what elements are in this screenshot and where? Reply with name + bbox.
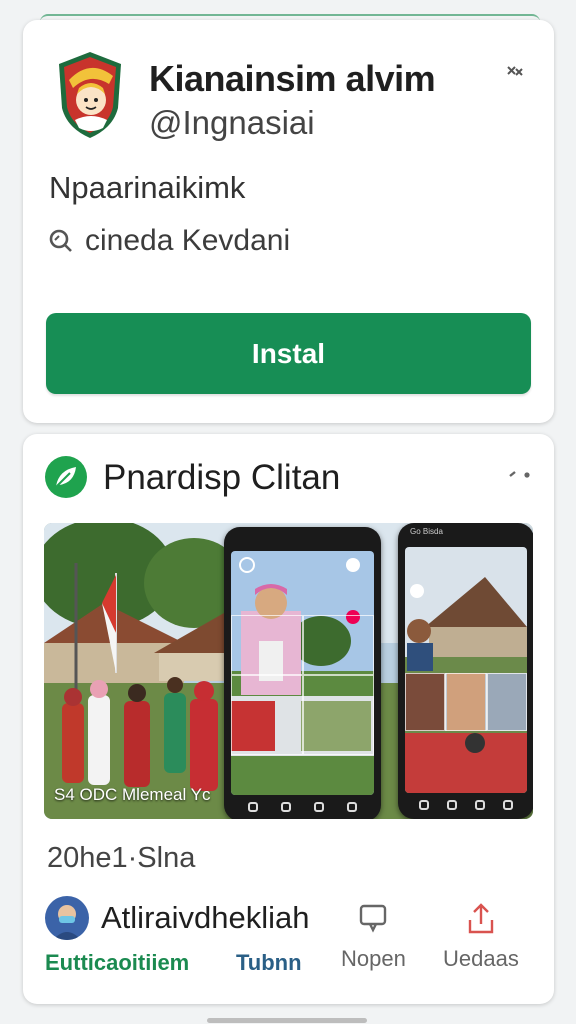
screen-tile: [303, 675, 374, 755]
screen-tile: [405, 673, 445, 731]
grid-icon: [475, 800, 485, 810]
screen-tile: [231, 675, 303, 755]
app-meta-row: cineda Kevdani: [47, 224, 290, 258]
phone-screen-2: [405, 547, 527, 793]
more-options-icon[interactable]: [507, 466, 535, 482]
phone-nav-bar: [236, 799, 369, 815]
screen-tile: [445, 673, 487, 731]
screen-tile: [231, 615, 303, 675]
back-icon: [447, 800, 457, 810]
camera-icon: [503, 800, 513, 810]
action-label: Eutticaoitiiem: [45, 950, 190, 975]
phone-nav-bar: [410, 797, 522, 813]
action-bar: Eutticaoitiiem Tubnn Nopen Uedaas: [23, 902, 554, 992]
phone-app-label: Go Bisda: [410, 527, 443, 536]
app-logo-icon: [59, 52, 121, 138]
phone-screen-1: [231, 551, 374, 795]
action-button-2[interactable]: Tubnn: [236, 950, 302, 976]
comment-icon: [360, 904, 387, 933]
app-meta-text: cineda Kevdani: [85, 224, 291, 257]
install-button[interactable]: Instal: [46, 313, 531, 394]
search-icon: [49, 229, 72, 252]
feature-title: Pnardisp Clitan: [103, 458, 341, 497]
search-icon: [280, 802, 291, 812]
action-label: Uedaas: [443, 946, 519, 971]
phone-mockup-2: Go Bisda: [398, 523, 533, 819]
comment-button[interactable]: Nopen: [341, 902, 406, 972]
share-icon: [468, 903, 494, 934]
dismiss-icon[interactable]: [501, 58, 529, 86]
action-label: Tubnn: [236, 950, 302, 975]
feature-card: Pnardisp Clitan S4 ODC Mlemeal Yc Go Bis…: [23, 434, 554, 1004]
leaf-badge-icon: [45, 456, 87, 498]
phone-mockup-1: [224, 527, 381, 819]
phone-status-bar: [234, 533, 371, 545]
app-title: Kianainsim alvim: [149, 58, 436, 99]
screen-tile: [303, 615, 374, 675]
post-date: 20he1·Slna: [47, 842, 196, 874]
home-icon: [419, 800, 429, 810]
action-button-1[interactable]: Eutticaoitiiem: [45, 950, 189, 976]
app-card: Kianainsim alvim @Ingnasiai Npaarinaikim…: [23, 20, 554, 423]
app-handle: @Ingnasiai: [149, 104, 315, 141]
screen-tile: [487, 673, 527, 731]
home-indicator[interactable]: [207, 1018, 367, 1023]
app-category: Npaarinaikimk: [49, 170, 246, 205]
share-button[interactable]: Uedaas: [443, 902, 519, 972]
circle-icon: [314, 802, 325, 812]
home-icon: [247, 802, 258, 812]
media-caption: S4 ODC Mlemeal Yc: [54, 785, 211, 804]
media-preview[interactable]: S4 ODC Mlemeal Yc Go Bisda: [44, 523, 533, 819]
camera-icon: [347, 802, 358, 812]
action-label: Nopen: [341, 946, 406, 971]
